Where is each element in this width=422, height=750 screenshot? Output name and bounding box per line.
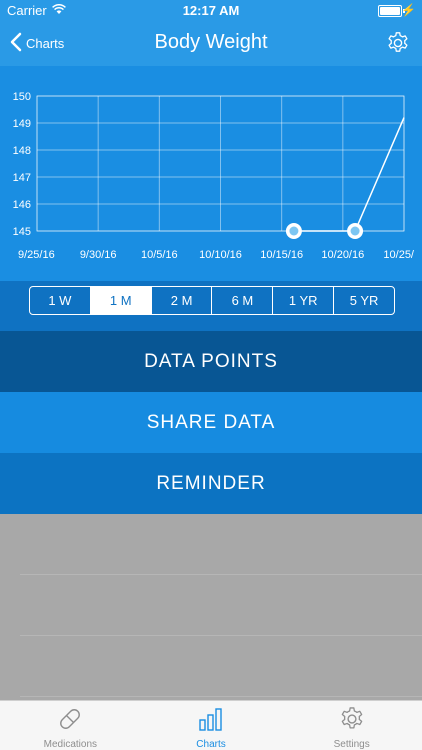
range-option[interactable]: 5 YR: [333, 287, 394, 314]
weight-series-line: [293, 117, 405, 232]
x-tick-label: 10/15/16: [260, 249, 303, 261]
tab-bar: Medications Charts Settings: [0, 700, 422, 750]
range-segmented-control: 1 W1 M2 M6 M1 YR 5 YR: [29, 286, 395, 315]
pill-icon: [56, 706, 84, 735]
data-point-marker-inner: [289, 226, 299, 236]
y-tick-label: 147: [13, 172, 31, 184]
bar-chart-icon: [197, 706, 225, 735]
clock: 12:17 AM: [182, 3, 240, 18]
divider: [20, 696, 422, 697]
tab-label: Charts: [196, 739, 226, 750]
y-tick-label: 146: [13, 199, 31, 211]
battery-icon: [378, 5, 405, 17]
share-data-button[interactable]: SHARE DATA: [0, 392, 422, 453]
range-option[interactable]: 1 W: [30, 287, 90, 314]
x-tick-label: 9/30/16: [80, 249, 117, 261]
x-tick-label: 10/25/: [383, 249, 415, 261]
range-selector-bar: 1 W1 M2 M6 M1 YR 5 YR: [0, 281, 422, 331]
x-tick-label: 9/25/16: [18, 249, 55, 261]
tab-medications[interactable]: Medications: [0, 701, 141, 750]
reminder-button[interactable]: REMINDER: [0, 453, 422, 514]
settings-gear-icon[interactable]: [386, 31, 410, 60]
x-tick-label: 10/10/16: [199, 249, 242, 261]
range-option[interactable]: 1 M: [89, 287, 151, 314]
x-tick-label: 10/5/16: [141, 249, 178, 261]
weight-line-chart: 150 149 148 147 146 145 9/25/16 9/30/16 10/5/16 1…: [13, 91, 415, 261]
tab-label: Medications: [43, 739, 98, 750]
gear-icon: [339, 706, 365, 735]
page-title: Body Weight: [154, 31, 268, 53]
range-option[interactable]: 2 M: [150, 287, 212, 314]
empty-content-area: [0, 514, 422, 700]
y-tick-label: 148: [13, 145, 31, 157]
y-tick-label: 149: [13, 118, 31, 130]
data-points-button[interactable]: DATA POINTS: [0, 331, 422, 392]
range-option[interactable]: 6 M: [211, 287, 272, 314]
data-point-marker-inner: [350, 226, 360, 236]
tab-settings[interactable]: Settings: [281, 701, 422, 750]
y-tick-label: 145: [13, 226, 31, 238]
divider: [20, 635, 422, 636]
charging-icon: ⚡: [401, 3, 416, 17]
tab-label: Settings: [333, 739, 370, 750]
weight-chart: 150 149 148 147 146 145 9/25/16 9/30/16 10/5/16 1…: [0, 66, 422, 281]
divider: [20, 574, 422, 575]
x-tick-label: 10/20/16: [321, 249, 364, 261]
nav-bar: Charts Body Weight: [0, 22, 422, 66]
status-bar: Carrier 12:17 AM ⚡: [0, 0, 422, 22]
y-tick-label: 150: [13, 91, 31, 103]
range-option[interactable]: 1 YR: [272, 287, 333, 314]
tab-charts[interactable]: Charts: [141, 701, 282, 750]
